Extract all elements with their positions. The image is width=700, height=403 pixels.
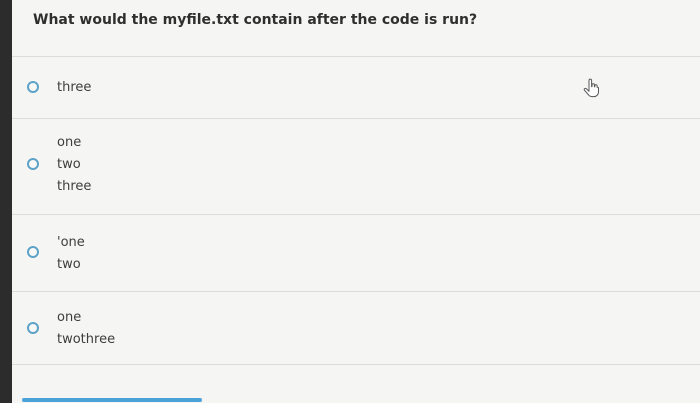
hand-pointer-icon — [583, 78, 599, 98]
answer-option-4[interactable]: one twothree — [12, 293, 700, 363]
divider — [12, 291, 700, 292]
answer-option-3[interactable]: 'one two — [12, 216, 700, 290]
left-frame-edge — [0, 0, 12, 403]
radio-button-3[interactable] — [27, 246, 39, 258]
divider — [12, 118, 700, 119]
option-4-line-2: twothree — [57, 332, 116, 347]
option-4-line-1: one — [57, 310, 82, 325]
option-2-line-2: two — [57, 157, 81, 172]
divider — [12, 364, 700, 365]
answer-option-2[interactable]: one two three — [12, 120, 700, 214]
radio-button-4[interactable] — [27, 322, 39, 334]
radio-button-2[interactable] — [27, 158, 39, 170]
option-2-line-1: one — [57, 135, 82, 150]
question-text: What would the myfile.txt contain after … — [33, 12, 478, 28]
option-2-line-3: three — [57, 179, 92, 194]
option-3-line-1: 'one — [57, 235, 85, 250]
scroll-progress-bar — [22, 398, 202, 402]
option-3-line-2: two — [57, 257, 81, 272]
option-1-line-1: three — [57, 80, 92, 95]
radio-button-1[interactable] — [27, 81, 39, 93]
divider — [12, 214, 700, 215]
divider — [12, 56, 700, 57]
